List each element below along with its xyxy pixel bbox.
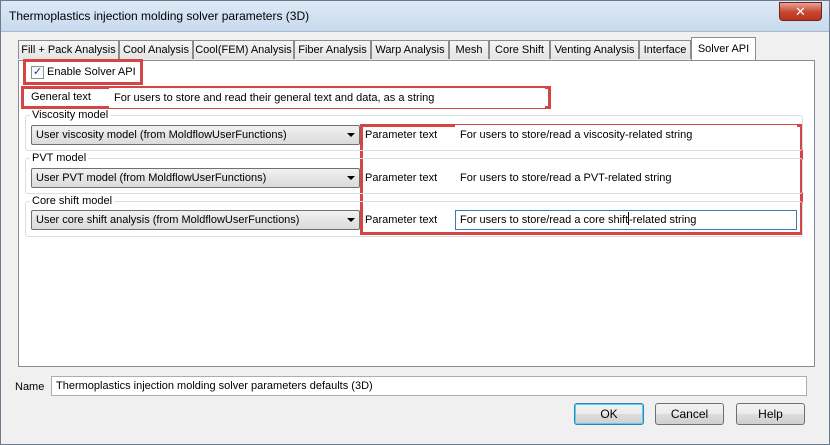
name-label: Name (15, 381, 45, 393)
tab-solver-api[interactable]: Solver API (691, 37, 756, 60)
close-button[interactable]: ✕ (779, 2, 822, 21)
tab-cool-analysis[interactable]: Cool Analysis (119, 40, 193, 59)
tab-interface[interactable]: Interface (639, 40, 691, 59)
core-shift-model-dropdown[interactable]: User core shift analysis (from MoldflowU… (31, 210, 360, 230)
tab-fill-pack-analysis[interactable]: Fill + Pack Analysis (18, 40, 119, 59)
pvt-model-dropdown[interactable]: User PVT model (from MoldflowUserFunctio… (31, 168, 360, 188)
pvt-parameter-label: Parameter text (365, 172, 438, 184)
checkmark-icon: ✓ (32, 66, 43, 78)
chevron-down-icon (347, 133, 355, 137)
viscosity-model-title: Viscosity model (30, 109, 111, 121)
tab-venting-analysis[interactable]: Venting Analysis (550, 40, 639, 59)
enable-solver-api-label: Enable Solver API (47, 66, 136, 78)
general-text-label: General text (31, 91, 91, 103)
tab-cool-fem-analysis[interactable]: Cool(FEM) Analysis (193, 40, 294, 59)
core-shift-parameter-field[interactable]: For users to store/read a core shift-rel… (455, 210, 797, 230)
core-shift-parameter-label: Parameter text (365, 214, 438, 226)
general-text-field[interactable]: For users to store and read their genera… (109, 88, 545, 108)
pvt-parameter-field[interactable]: For users to store/read a PVT-related st… (455, 168, 797, 188)
tab-core-shift[interactable]: Core Shift (489, 40, 550, 59)
name-field[interactable]: Thermoplastics injection molding solver … (51, 376, 807, 396)
solver-api-panel: ✓ Enable Solver API General text For use… (18, 59, 815, 367)
tab-warp-analysis[interactable]: Warp Analysis (371, 40, 449, 59)
enable-solver-api-checkbox[interactable]: ✓ (31, 66, 44, 79)
tab-mesh[interactable]: Mesh (449, 40, 489, 59)
core-shift-model-title: Core shift model (30, 195, 115, 207)
viscosity-parameter-label: Parameter text (365, 129, 438, 141)
viscosity-model-selected: User viscosity model (from MoldflowUserF… (36, 129, 287, 141)
viscosity-parameter-field[interactable]: For users to store/read a viscosity-rela… (455, 125, 797, 145)
core-shift-parameter-text-after: -related string (629, 214, 697, 226)
chevron-down-icon (347, 176, 355, 180)
help-button[interactable]: Help (736, 403, 805, 425)
pvt-model-title: PVT model (30, 152, 89, 164)
tab-fiber-analysis[interactable]: Fiber Analysis (294, 40, 371, 59)
dialog-window: Thermoplastics injection molding solver … (0, 0, 830, 445)
window-title: Thermoplastics injection molding solver … (9, 9, 310, 23)
ok-button[interactable]: OK (574, 403, 644, 425)
pvt-model-selected: User PVT model (from MoldflowUserFunctio… (36, 172, 267, 184)
core-shift-parameter-text-before: For users to store/read a core shift (460, 214, 629, 226)
viscosity-model-dropdown[interactable]: User viscosity model (from MoldflowUserF… (31, 125, 360, 145)
chevron-down-icon (347, 218, 355, 222)
close-icon: ✕ (795, 4, 806, 19)
title-bar: Thermoplastics injection molding solver … (1, 1, 829, 32)
cancel-button[interactable]: Cancel (655, 403, 724, 425)
core-shift-model-selected: User core shift analysis (from MoldflowU… (36, 214, 300, 226)
